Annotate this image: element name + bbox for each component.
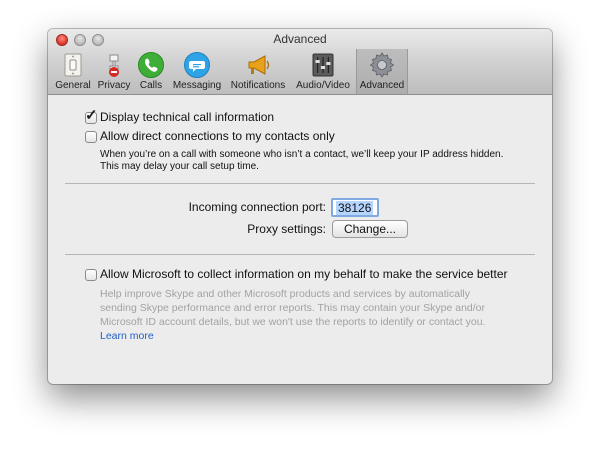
direct-connections-note-line2: This may delay your call setup time.	[100, 161, 259, 172]
proxy-settings-label: Proxy settings:	[247, 222, 326, 236]
microsoft-collect-checkbox[interactable]	[85, 269, 97, 281]
megaphone-icon	[248, 55, 270, 75]
tab-general-label: General	[55, 80, 91, 91]
gear-icon	[369, 52, 395, 78]
microsoft-collect-desc-line2: sending Skype performance and error repo…	[100, 302, 486, 314]
advanced-pane: ✓ Display technical call information All…	[48, 95, 552, 384]
direct-connections-note-line1: When you’re on a call with someone who i…	[100, 149, 504, 160]
tab-notifications-label: Notifications	[230, 80, 286, 91]
incoming-port-label: Incoming connection port:	[188, 200, 326, 214]
display-technical-checkbox[interactable]: ✓	[85, 108, 98, 124]
tab-audio-video-label: Audio/Video	[296, 80, 350, 91]
preferences-toolbar: General Privacy Calls Messaging Notifica…	[48, 49, 552, 94]
tab-audio-video[interactable]: Audio/Video	[292, 49, 354, 94]
divider	[65, 254, 535, 255]
title-bar: Advanced General Privacy Calls Messaging…	[48, 29, 552, 95]
tab-advanced[interactable]: Advanced	[356, 49, 408, 94]
tab-calls[interactable]: Calls	[134, 49, 168, 94]
incoming-port-input[interactable]: 38126	[331, 198, 379, 217]
divider	[65, 183, 535, 184]
phone-icon	[138, 52, 164, 78]
tab-messaging-label: Messaging	[172, 80, 222, 91]
tab-privacy-label: Privacy	[97, 80, 131, 91]
chat-bubble-icon	[184, 52, 210, 78]
direct-connections-label: Allow direct connections to my contacts …	[100, 129, 335, 143]
learn-more-link[interactable]: Learn more	[100, 330, 154, 342]
preferences-window: Advanced General Privacy Calls Messaging…	[48, 29, 552, 384]
microsoft-collect-label: Allow Microsoft to collect information o…	[100, 267, 508, 281]
mixer-icon	[312, 53, 334, 77]
display-technical-label: Display technical call information	[100, 110, 275, 124]
microsoft-collect-desc-line3: Microsoft ID account details, but we won…	[100, 316, 486, 328]
proxy-change-button[interactable]: Change...	[332, 220, 408, 238]
window-title: Advanced	[273, 32, 327, 46]
light-switch-icon	[64, 53, 82, 77]
tab-calls-label: Calls	[139, 80, 163, 91]
direct-connections-checkbox[interactable]	[85, 131, 97, 143]
incoming-port-value: 38126	[336, 201, 374, 215]
tab-messaging[interactable]: Messaging	[170, 49, 224, 94]
tab-general[interactable]: General	[52, 49, 94, 94]
tab-notifications[interactable]: Notifications	[226, 49, 290, 94]
tab-advanced-label: Advanced	[359, 80, 405, 91]
tab-privacy[interactable]: Privacy	[96, 49, 132, 94]
checkmark-icon: ✓	[85, 107, 98, 124]
privacy-icon	[109, 54, 119, 77]
microsoft-collect-desc-line1: Help improve Skype and other Microsoft p…	[100, 288, 471, 300]
